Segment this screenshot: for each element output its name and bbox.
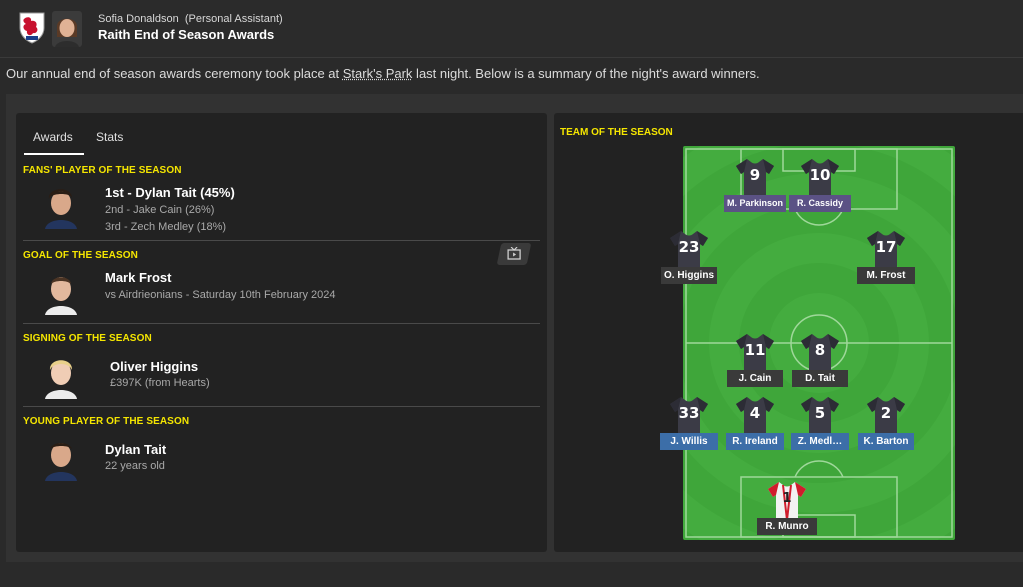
message-subject: Raith End of Season Awards: [98, 27, 275, 42]
awards-panel: Awards Stats FANS' PLAYER OF THE SEASON …: [16, 113, 547, 552]
intro-before: Our annual end of season awards ceremony…: [6, 66, 343, 81]
shirt-number: 9: [749, 166, 761, 184]
player-card[interactable]: 1 R. Munro: [756, 480, 818, 536]
player-card[interactable]: 11 J. Cain: [724, 332, 786, 388]
shirt-number: 17: [875, 238, 897, 256]
player-face-dylan-tait[interactable]: [41, 183, 81, 229]
tv-icon: [507, 247, 521, 260]
player-face-oliver-higgins[interactable]: [41, 353, 81, 399]
shirt-number: 4: [749, 404, 761, 422]
player-card[interactable]: 2 K. Barton: [855, 395, 917, 451]
award-divider: [23, 240, 540, 241]
player-name-label[interactable]: R. Munro: [757, 518, 817, 535]
sender-role: (Personal Assistant): [184, 13, 283, 25]
player-card[interactable]: 5 Z. Medl…: [789, 395, 851, 451]
sender-avatar: [52, 11, 82, 47]
award-detail: vs Airdrieonians - Saturday 10th Februar…: [105, 289, 336, 301]
player-name-label[interactable]: M. Frost: [857, 267, 915, 284]
shirt-number: 1: [782, 491, 792, 506]
player-name-label[interactable]: R. Ireland: [726, 433, 784, 450]
team-of-season-title: TEAM OF THE SEASON: [560, 127, 673, 138]
player-name-label[interactable]: M. Parkinson: [724, 195, 786, 212]
player-name-label[interactable]: K. Barton: [858, 433, 914, 450]
sender-name: Sofia Donaldson: [98, 13, 179, 25]
player-face-dylan-tait[interactable]: [41, 435, 81, 481]
award-winner[interactable]: Dylan Tait: [105, 442, 166, 457]
player-card[interactable]: 23 O. Higgins: [658, 229, 720, 285]
shirt-number: 10: [809, 166, 831, 184]
player-card[interactable]: 33 J. Willis: [658, 395, 720, 451]
shirt-number: 8: [814, 341, 826, 359]
award-title: SIGNING OF THE SEASON: [23, 333, 152, 344]
player-name-label[interactable]: J. Cain: [727, 370, 783, 387]
player-name-label[interactable]: O. Higgins: [661, 267, 717, 284]
award-detail: 22 years old: [105, 460, 165, 472]
player-card[interactable]: 9 M. Parkinson: [724, 157, 786, 213]
award-winner[interactable]: Oliver Higgins: [110, 359, 198, 374]
intro-text: Our annual end of season awards ceremony…: [6, 66, 760, 81]
intro-after: last night. Below is a summary of the ni…: [412, 66, 760, 81]
player-face-mark-frost[interactable]: [41, 269, 81, 315]
player-name-label[interactable]: R. Cassidy: [789, 195, 851, 212]
player-name-label[interactable]: D. Tait: [792, 370, 848, 387]
award-detail: 3rd - Zech Medley (18%): [105, 221, 227, 233]
player-card[interactable]: 8 D. Tait: [789, 332, 851, 388]
award-title: YOUNG PLAYER OF THE SEASON: [23, 416, 190, 427]
tab-awards[interactable]: Awards: [33, 130, 73, 144]
award-title: GOAL OF THE SEASON: [23, 250, 138, 261]
award-divider: [23, 406, 540, 407]
active-tab-indicator: [24, 153, 84, 155]
award-winner[interactable]: 1st - Dylan Tait (45%): [105, 185, 235, 200]
team-of-season-panel: TEAM OF THE SEASON 9 M. Parkinson 10 R. Cas…: [554, 113, 1023, 552]
message-header: Sofia Donaldson (Personal Assistant) Rai…: [0, 0, 1023, 58]
award-winner[interactable]: Mark Frost: [105, 270, 171, 285]
sender-line: Sofia Donaldson (Personal Assistant): [98, 13, 283, 25]
player-name-label[interactable]: J. Willis: [660, 433, 718, 450]
award-divider: [23, 323, 540, 324]
award-title: FANS' PLAYER OF THE SEASON: [23, 165, 182, 176]
player-name-label[interactable]: Z. Medl…: [791, 433, 849, 450]
shirt-number: 33: [678, 404, 700, 422]
shirt-number: 5: [814, 404, 826, 422]
venue-link[interactable]: Stark's Park: [343, 66, 413, 81]
tab-stats[interactable]: Stats: [96, 130, 123, 144]
shirt-number: 23: [678, 238, 700, 256]
shirt-number: 11: [744, 341, 766, 359]
player-card[interactable]: 17 M. Frost: [855, 229, 917, 285]
player-card[interactable]: 4 R. Ireland: [724, 395, 786, 451]
shirt-number: 2: [880, 404, 892, 422]
club-crest-icon: [19, 12, 45, 44]
player-card[interactable]: 10 R. Cassidy: [789, 157, 851, 213]
award-detail: £397K (from Hearts): [110, 377, 210, 389]
award-detail: 2nd - Jake Cain (26%): [105, 204, 215, 216]
watch-goal-button[interactable]: [496, 243, 532, 265]
